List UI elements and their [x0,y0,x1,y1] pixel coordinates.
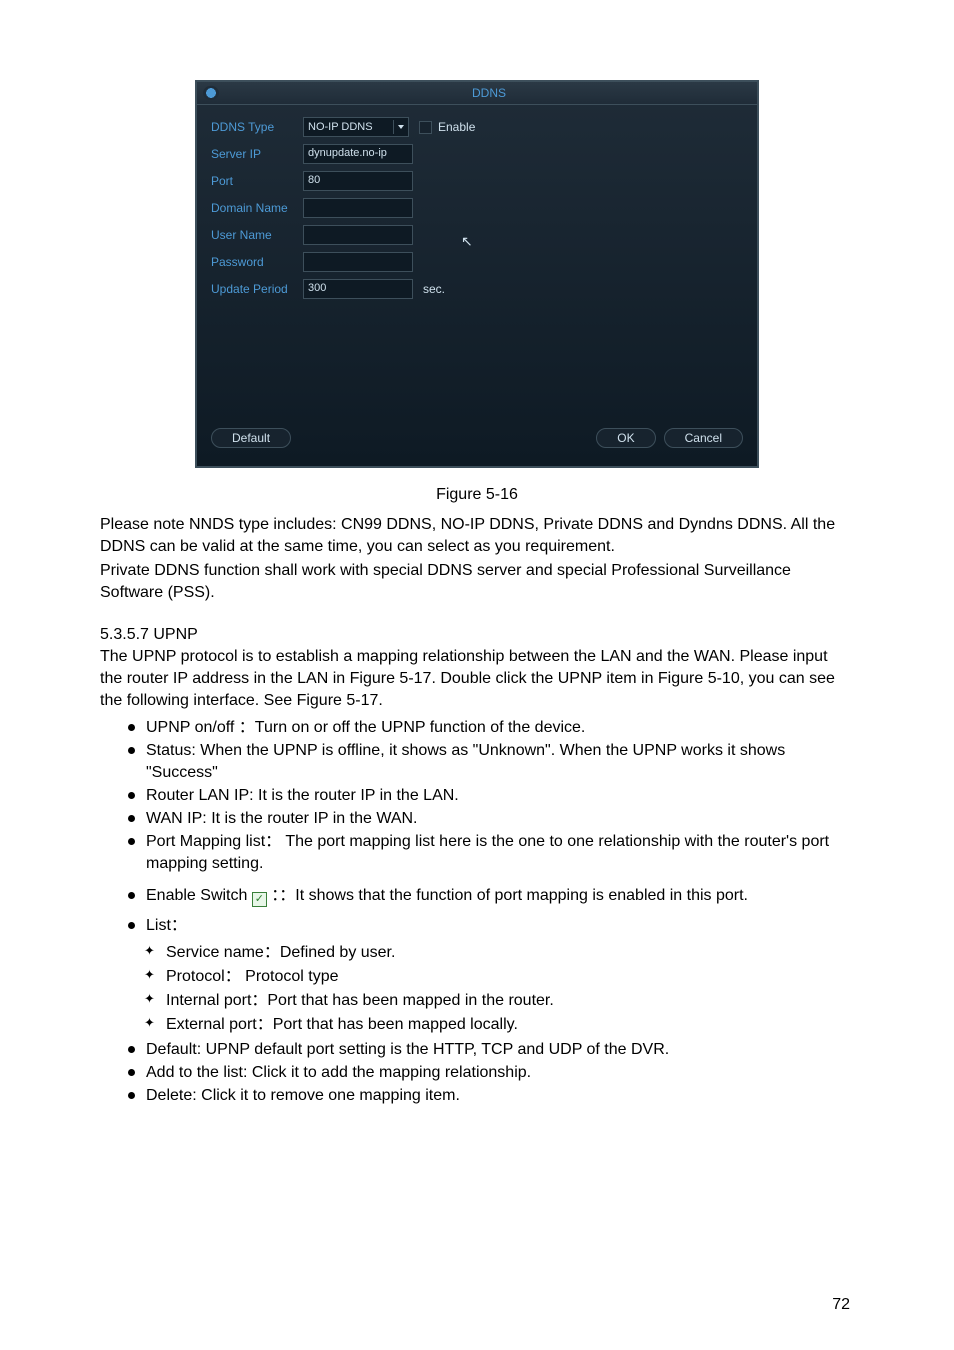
page-number: 72 [832,1296,850,1314]
ddns-domain-input[interactable] [303,198,413,218]
upnp-sub-item: Service name：Defined by user. [144,941,854,965]
ddns-username-input[interactable] [303,225,413,245]
upnp-bullet-enable-switch: Enable Switch ✓ ：：It shows that the func… [128,885,854,907]
ddns-enable-label: Enable [438,120,475,134]
ddns-window-icon [203,86,219,100]
ddns-serverip-input[interactable]: dynupdate.no-ip [303,144,413,164]
chevron-down-icon [393,120,408,134]
upnp-bullet: Router LAN IP: It is the router IP in th… [128,785,854,807]
ddns-paragraph-2: Private DDNS function shall work with sp… [100,560,854,604]
upnp-bullet: Add to the list: Click it to add the map… [128,1062,854,1084]
ddns-dialog-screenshot: DDNS DDNS Type NO-IP DDNS Enable Server … [100,80,854,468]
ddns-username-label: User Name [211,228,303,242]
upnp-bullet: Port Mapping list： The port mapping list… [128,831,854,875]
ddns-update-period-input[interactable]: 300 [303,279,413,299]
ddns-port-label: Port [211,174,303,188]
upnp-bullet: WAN IP: It is the router IP in the WAN. [128,808,854,830]
upnp-bullet: UPNP on/off ：Turn on or off the UPNP fun… [128,717,854,739]
ddns-type-label: DDNS Type [211,120,303,134]
enable-switch-checkbox-icon: ✓ [252,892,267,907]
ddns-type-value: NO-IP DDNS [308,121,393,133]
ddns-port-input[interactable]: 80 [303,171,413,191]
upnp-bullet: Default: UPNP default port setting is th… [128,1039,854,1061]
ddns-serverip-label: Server IP [211,147,303,161]
ok-button[interactable]: OK [596,428,655,448]
upnp-sub-item: Internal port：Port that has been mapped … [144,989,854,1013]
enable-switch-text-pre: Enable Switch [146,887,252,904]
upnp-heading: 5.3.5.7 UPNP [100,626,854,644]
cursor-icon: ↖ [461,233,473,250]
ddns-update-period-label: Update Period [211,282,303,296]
ddns-paragraph-1: Please note NNDS type includes: CN99 DDN… [100,514,854,558]
ddns-domain-label: Domain Name [211,201,303,215]
figure-caption: Figure 5-16 [100,486,854,504]
upnp-sub-item: Protocol： Protocol type [144,965,854,989]
upnp-sub-item: External port：Port that has been mapped … [144,1013,854,1037]
ddns-titlebar: DDNS [197,82,757,105]
upnp-bullet-list: List： [128,915,854,937]
enable-switch-text-post: ：：It shows that the function of port map… [267,887,748,904]
default-button[interactable]: Default [211,428,291,448]
upnp-bullet: Delete: Click it to remove one mapping i… [128,1085,854,1107]
ddns-type-select[interactable]: NO-IP DDNS [303,117,409,137]
ddns-sec-label: sec. [423,282,445,296]
ddns-window-title: DDNS [221,86,757,100]
ddns-password-input[interactable] [303,252,413,272]
ddns-enable-checkbox[interactable] [419,121,432,134]
ddns-password-label: Password [211,255,303,269]
upnp-intro-paragraph: The UPNP protocol is to establish a mapp… [100,646,854,712]
upnp-bullet: Status: When the UPNP is offline, it sho… [128,740,854,784]
cancel-button[interactable]: Cancel [664,428,743,448]
